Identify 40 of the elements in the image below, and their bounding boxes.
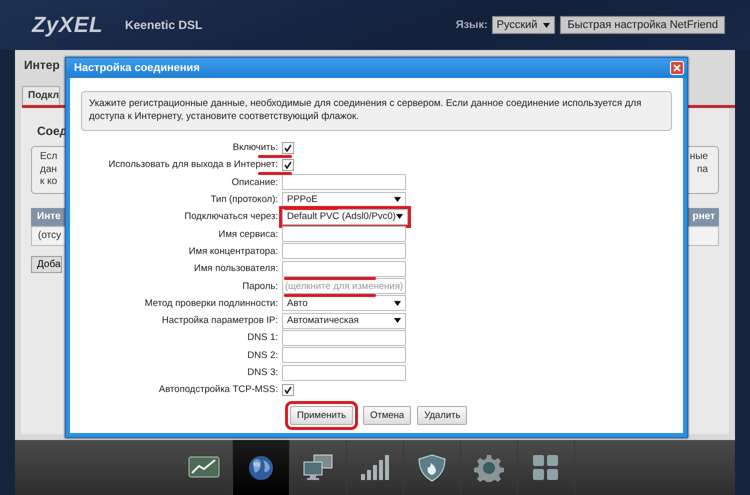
- column-header: рнет: [692, 211, 715, 222]
- dropdown[interactable]: Default PVC (Adsl0/Pvc0): [282, 208, 408, 225]
- language-label: Язык:: [456, 19, 488, 31]
- field-label: Пароль:: [242, 280, 278, 292]
- language-select[interactable]: Русский: [492, 16, 556, 34]
- field-label: Имя пользователя:: [194, 263, 278, 274]
- field-label: Метод проверки подлинности:: [144, 298, 278, 309]
- field-label: DNS 1:: [247, 332, 278, 344]
- field-label: Настройка параметров IP:: [162, 315, 278, 326]
- field-label: Имя концентратора:: [188, 246, 278, 257]
- field-label: Подключаться через:: [184, 211, 278, 222]
- field-label: Описание:: [232, 176, 278, 188]
- dialog-button[interactable]: Отмена: [363, 406, 412, 426]
- field-label: Автоподстройка TCP-MSS:: [158, 384, 278, 396]
- dialog-title: Настройка соединения: [74, 62, 200, 74]
- field-label: Включить:: [232, 142, 278, 154]
- info-text: ные: [690, 151, 708, 164]
- model-name: Keenetic DSL: [124, 18, 202, 32]
- info-text: Есл: [40, 151, 58, 164]
- dialog-button[interactable]: Удалить: [417, 406, 468, 426]
- info-text: Укажите регистрационные данные, необходимые для соединения с сервером. Если данное соединение используется для доступа к Интернету, установите соответствующий флажок.: [81, 91, 672, 131]
- logo: ZyXEL: [32, 12, 103, 38]
- dropdown[interactable]: Автоматическая: [282, 312, 406, 329]
- dropdown[interactable]: Авто: [282, 295, 406, 312]
- tab[interactable]: Подкл: [22, 86, 60, 105]
- table-cell: (отсу: [38, 230, 62, 241]
- field-label: DNS 2:: [247, 350, 278, 361]
- dropdown[interactable]: PPPoE: [282, 192, 406, 208]
- info-text: па: [697, 164, 708, 176]
- page-title: Интер: [24, 58, 60, 74]
- field-label: DNS 3:: [247, 367, 278, 378]
- field-label: Имя сервиса:: [218, 228, 278, 240]
- column-header: Инте: [37, 211, 61, 222]
- field-label: Тип (протокол):: [210, 194, 278, 206]
- add-button[interactable]: Доба: [31, 256, 62, 272]
- info-text: к ко: [40, 176, 58, 188]
- netfriend-button[interactable]: Быстрая настройка NetFriend: [560, 16, 725, 34]
- field-label: Использовать для выхода в Интернет:: [108, 159, 278, 170]
- input-field[interactable]: (щелкните для изменения): [282, 278, 406, 294]
- info-text: дан: [40, 164, 57, 176]
